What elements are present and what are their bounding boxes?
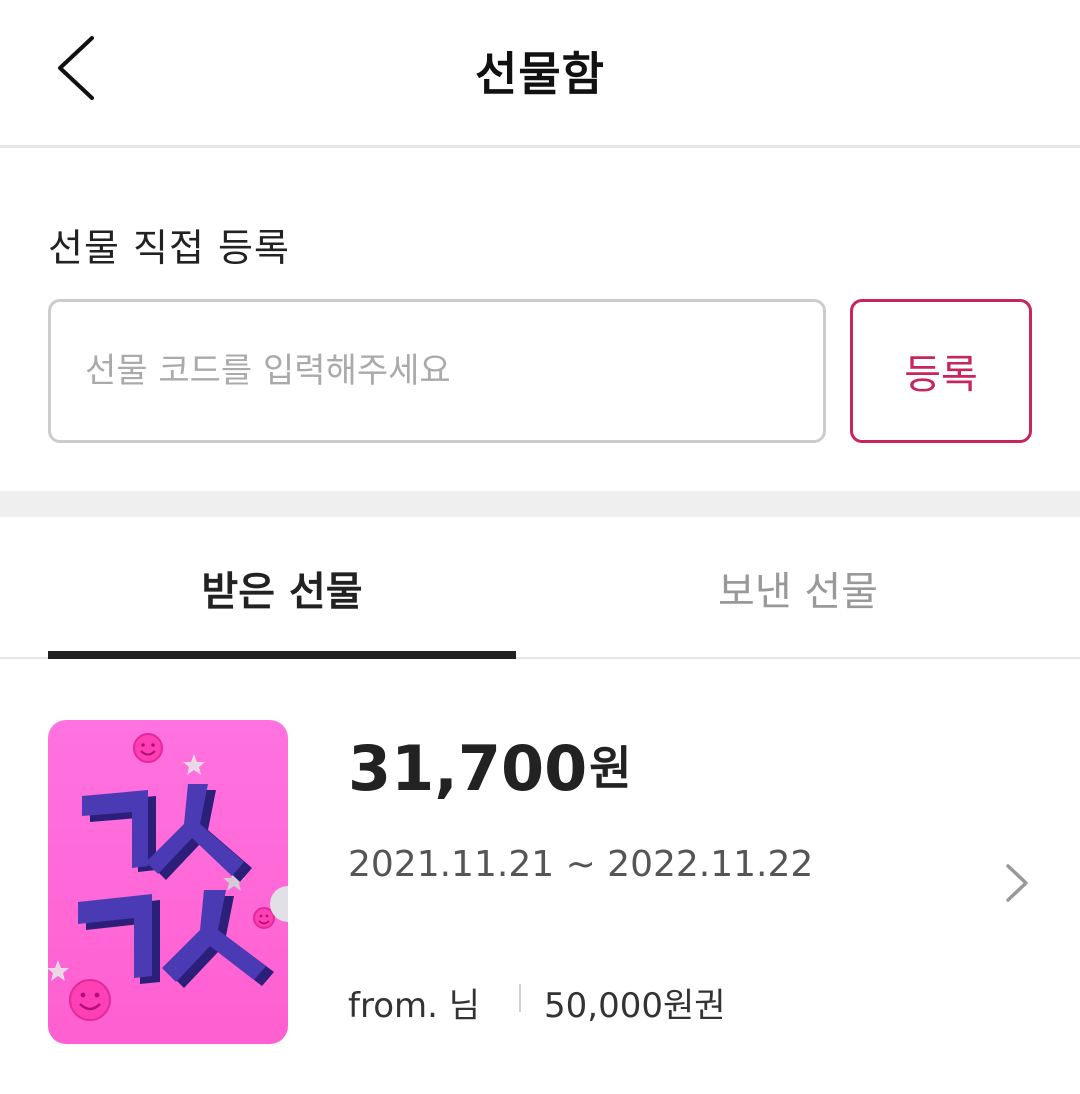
gift-thumbnail — [48, 720, 288, 1044]
gift-amount: 31,700원 — [348, 732, 632, 805]
smiley-icon — [133, 733, 163, 763]
gift-validity-period: 2021.11.21 ~ 2022.11.22 — [348, 844, 814, 885]
smiley-icon — [253, 907, 275, 929]
gift-currency: 원 — [589, 741, 632, 795]
tab-received-gifts[interactable]: 받은 선물 — [48, 517, 516, 659]
app-header: 선물함 — [0, 0, 1080, 148]
tab-sent-gifts[interactable]: 보낸 선물 — [564, 517, 1032, 659]
tab-active-indicator — [48, 651, 516, 659]
register-button[interactable]: 등록 — [850, 299, 1032, 443]
meta-separator — [519, 984, 521, 1012]
page-title: 선물함 — [475, 47, 605, 101]
chevron-right-icon — [1006, 864, 1028, 902]
gift-register-section: 선물 직접 등록 등록 — [0, 151, 1080, 491]
gift-list-item[interactable]: 31,700원 2021.11.21 ~ 2022.11.22 from. 님 … — [0, 700, 1080, 1060]
section-divider — [0, 491, 1080, 517]
register-title: 선물 직접 등록 — [48, 226, 290, 270]
gift-voucher-value: 50,000원권 — [544, 986, 726, 1026]
smiley-icon — [69, 979, 111, 1021]
gift-sender: from. 님 — [348, 986, 481, 1026]
gift-code-input[interactable] — [48, 299, 826, 443]
gift-tabs: 받은 선물 보낸 선물 — [0, 517, 1080, 659]
